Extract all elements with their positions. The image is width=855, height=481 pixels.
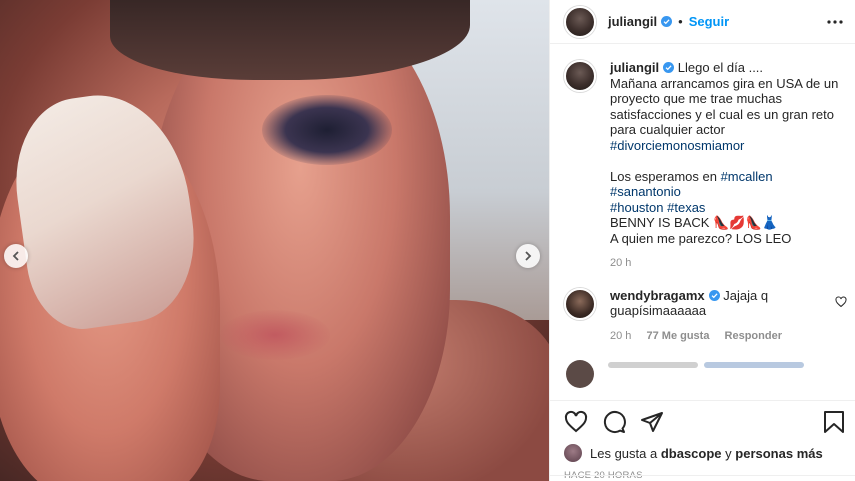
comment: wendybragamx Jajaja q guapísimaaaaaa 20 … — [564, 287, 847, 345]
comment-partial-mention — [704, 362, 804, 368]
hashtag-mcallen[interactable]: #mcallen — [721, 169, 773, 184]
photo-lips — [220, 310, 330, 360]
comment-time[interactable]: 20 h — [610, 330, 631, 342]
action-bar — [550, 400, 855, 442]
comment-likes[interactable]: 77 Me gusta — [646, 330, 709, 342]
caption-line-1: Llego el día .... — [677, 60, 764, 75]
verified-icon — [708, 289, 720, 301]
instagram-post: juliangil • Seguir juliangil Llego el dí… — [0, 0, 855, 481]
caption-emojis: 👠💋👠👗 — [713, 215, 778, 230]
chevron-left-icon — [12, 251, 19, 261]
more-icon[interactable] — [827, 19, 843, 24]
hashtag-sanantonio[interactable]: #sanantonio — [610, 184, 681, 199]
comment-partial-text — [608, 362, 698, 368]
photo-eye — [262, 95, 392, 165]
add-comment-area[interactable] — [550, 475, 855, 481]
share-icon — [641, 411, 663, 432]
reply-button[interactable]: Responder — [725, 330, 782, 342]
comment-meta: 20 h 77 Me gusta Responder — [610, 329, 841, 345]
commenter-avatar[interactable] — [564, 287, 596, 320]
caption-meta: 20 h — [610, 256, 841, 272]
author-username[interactable]: juliangil — [608, 14, 657, 29]
liker-username[interactable]: dbascope — [661, 446, 722, 461]
previous-photo-button[interactable] — [4, 244, 28, 268]
caption-body: juliangil Llego el día .... Mañana arran… — [610, 60, 841, 272]
caption-avatar[interactable] — [564, 60, 596, 92]
caption-line-4: BENNY IS BACK — [610, 215, 710, 230]
chevron-right-icon — [525, 251, 532, 261]
separator-dot: • — [678, 14, 683, 29]
comments-area[interactable]: juliangil Llego el día .... Mañana arran… — [550, 44, 855, 400]
verified-icon — [661, 16, 673, 27]
post-header: juliangil • Seguir — [550, 0, 855, 44]
caption-line-3: Los esperamos en — [610, 168, 717, 184]
share-button[interactable] — [640, 410, 664, 434]
comment-partial — [564, 360, 841, 388]
comment-button[interactable] — [602, 410, 626, 434]
hashtag-houston[interactable]: #houston — [610, 200, 664, 215]
likes-others[interactable]: personas más — [735, 446, 822, 461]
author-avatar[interactable] — [564, 5, 596, 38]
likes-summary: Les gusta a dbascope y personas más — [550, 442, 855, 464]
post-sidebar: juliangil • Seguir juliangil Llego el dí… — [549, 0, 855, 481]
caption-time[interactable]: 20 h — [610, 257, 631, 269]
next-photo-button[interactable] — [516, 244, 540, 268]
commenter-avatar[interactable] — [566, 360, 594, 388]
bookmark-icon — [824, 410, 844, 433]
heart-icon[interactable] — [835, 295, 847, 308]
hashtag-texas[interactable]: #texas — [667, 200, 705, 215]
post-photo[interactable] — [0, 0, 549, 481]
likes-connector: y — [725, 445, 732, 461]
comment-icon — [603, 410, 626, 433]
heart-icon — [564, 410, 588, 432]
caption-line-2: Mañana arrancamos gira en USA de un proy… — [610, 75, 839, 138]
follow-button[interactable]: Seguir — [689, 14, 729, 29]
verified-icon — [663, 62, 675, 73]
commenter-username[interactable]: wendybragamx — [610, 288, 705, 303]
hashtag-divorciemonosmiamor[interactable]: #divorciemonosmiamor — [610, 138, 744, 153]
caption: juliangil Llego el día .... Mañana arran… — [564, 60, 841, 272]
caption-line-5: A quien me parezco? LOS LEO — [610, 230, 792, 246]
likes-prefix: Les gusta a — [590, 445, 658, 461]
liker-avatar[interactable] — [564, 444, 582, 462]
save-button[interactable] — [823, 410, 845, 434]
comment-body: wendybragamx Jajaja q guapísimaaaaaa 20 … — [610, 288, 841, 345]
caption-username[interactable]: juliangil — [610, 60, 659, 75]
like-button[interactable] — [564, 410, 588, 434]
